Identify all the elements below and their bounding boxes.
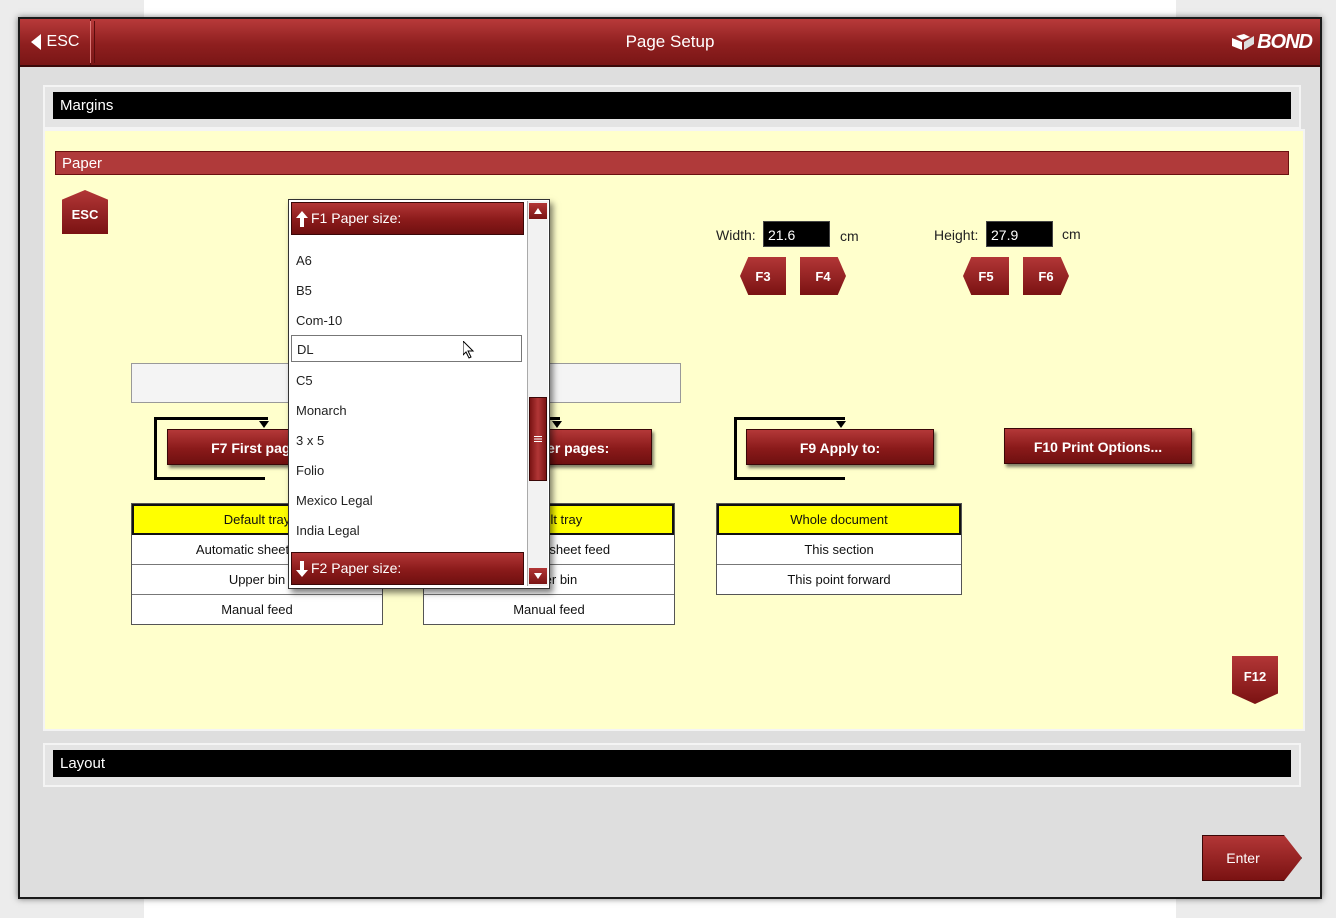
f5-decrease-height-key[interactable]: F5 xyxy=(963,257,1009,295)
paper-size-item[interactable]: B5 xyxy=(291,277,522,304)
paper-size-scrollbar[interactable] xyxy=(527,201,548,586)
width-field[interactable]: 21.6 xyxy=(763,221,830,247)
apply-to-this-section[interactable]: This section xyxy=(717,535,961,565)
first-page-cycle-arrow-icon xyxy=(259,421,269,428)
paper-size-scroll-up-header[interactable]: F1 Paper size: xyxy=(291,202,524,235)
first-page-source-manual[interactable]: Manual feed xyxy=(132,595,382,624)
paper-size-up-label: F1 Paper size: xyxy=(311,210,402,226)
paper-size-item[interactable]: Folio xyxy=(291,457,522,484)
paper-size-item[interactable]: C5 xyxy=(291,367,522,394)
layout-header[interactable]: Layout xyxy=(53,750,1291,777)
f3-decrease-width-key[interactable]: F3 xyxy=(740,257,786,295)
scroll-up-arrow[interactable] xyxy=(529,203,547,219)
apply-to-cycle-line xyxy=(842,417,845,420)
margins-header[interactable]: Margins xyxy=(53,92,1291,119)
paper-size-item[interactable]: Mexico Legal xyxy=(291,487,522,514)
page-setup-window: ESC Page Setup BOND Margins Paper ESC Wi… xyxy=(18,17,1322,899)
scrollbar-thumb[interactable] xyxy=(529,397,547,481)
width-label: Width: xyxy=(716,227,756,243)
height-field[interactable]: 27.9 xyxy=(986,221,1053,247)
brand-logo-text: BOND xyxy=(1257,30,1313,53)
triangle-down-icon xyxy=(534,573,542,579)
mouse-cursor-icon xyxy=(463,341,475,359)
esc-button-label: ESC xyxy=(46,33,80,50)
width-unit: cm xyxy=(840,228,859,244)
f4-increase-width-key[interactable]: F4 xyxy=(800,257,846,295)
paper-size-item[interactable]: Com-10 xyxy=(291,307,522,334)
back-arrow-icon xyxy=(30,34,41,50)
triangle-up-icon xyxy=(534,208,542,214)
paper-size-down-label: F2 Paper size: xyxy=(311,560,402,576)
title-separator xyxy=(90,21,95,63)
first-page-cycle-line xyxy=(262,417,268,420)
paper-size-item[interactable]: A6 xyxy=(291,247,522,274)
arrow-up-icon xyxy=(296,210,308,227)
title-bar: ESC Page Setup BOND xyxy=(20,19,1320,67)
apply-to-list: Whole document This section This point f… xyxy=(716,503,962,595)
paper-size-item[interactable]: Monarch xyxy=(291,397,522,424)
paper-size-dropdown: F1 Paper size: A6 B5 Com-10 DL C5 Monarc… xyxy=(288,199,550,589)
layout-panel: Layout xyxy=(43,743,1301,787)
page-title: Page Setup xyxy=(625,32,715,51)
enter-button[interactable]: Enter xyxy=(1202,835,1302,881)
f9-apply-to-button[interactable]: F9 Apply to: xyxy=(746,429,934,465)
height-label: Height: xyxy=(934,227,979,243)
margins-panel: Margins xyxy=(43,85,1301,129)
apply-to-whole-document[interactable]: Whole document xyxy=(717,504,961,535)
paper-size-item[interactable]: India Legal xyxy=(291,517,522,544)
paper-size-item-highlighted[interactable]: DL xyxy=(291,335,522,362)
brand-logo: BOND xyxy=(1232,30,1313,54)
grip-icon xyxy=(534,436,542,442)
f10-print-options-button[interactable]: F10 Print Options... xyxy=(1004,428,1192,464)
f6-increase-height-key[interactable]: F6 xyxy=(1023,257,1069,295)
book-logo-icon xyxy=(1232,34,1255,50)
apply-to-this-point-forward[interactable]: This point forward xyxy=(717,565,961,594)
other-pages-source-manual[interactable]: Manual feed xyxy=(424,595,674,624)
esc-button[interactable]: ESC xyxy=(20,19,91,65)
paper-header[interactable]: Paper xyxy=(55,151,1289,175)
arrow-down-icon xyxy=(296,560,308,577)
paper-size-scroll-down-header[interactable]: F2 Paper size: xyxy=(291,552,524,585)
apply-to-cycle-arrow-icon xyxy=(836,421,846,428)
other-pages-cycle-arrow-icon xyxy=(552,421,562,428)
height-unit: cm xyxy=(1062,226,1081,242)
scroll-down-arrow[interactable] xyxy=(529,568,547,584)
paper-size-item[interactable]: 3 x 5 xyxy=(291,427,522,454)
